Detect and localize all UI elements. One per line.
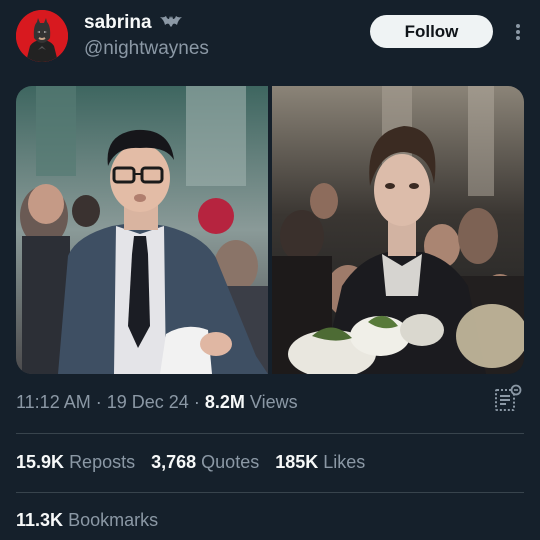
tweet-detail: sabrina @nightwaynes Follow 11:12 AM · 1… xyxy=(0,0,540,540)
quotes-stat[interactable]: 3,768 Quotes xyxy=(151,452,259,473)
divider xyxy=(16,492,524,493)
views-count: 8.2M xyxy=(204,392,245,412)
display-name[interactable]: sabrina xyxy=(84,12,152,34)
divider xyxy=(16,433,524,434)
follow-button[interactable]: Follow xyxy=(370,15,493,48)
reposts-label: Reposts xyxy=(69,452,136,472)
analytics-icon[interactable] xyxy=(494,384,522,412)
views-label: Views xyxy=(249,392,298,412)
tweet-media xyxy=(16,86,524,374)
user-handle[interactable]: @nightwaynes xyxy=(84,38,209,60)
likes-stat[interactable]: 185K Likes xyxy=(275,452,365,473)
tweet-time[interactable]: 11:12 AM xyxy=(16,392,91,412)
more-vertical-icon[interactable] xyxy=(512,20,524,44)
meta-separator: · xyxy=(193,392,200,412)
quotes-count: 3,768 xyxy=(151,452,197,472)
reposts-count: 15.9K xyxy=(16,452,65,472)
display-name-row: sabrina xyxy=(84,12,182,34)
tweet-date[interactable]: 19 Dec 24 xyxy=(107,392,189,412)
likes-count: 185K xyxy=(275,452,319,472)
tweet-header: sabrina @nightwaynes Follow xyxy=(16,10,530,66)
bat-emoji xyxy=(159,14,182,32)
media-image-right[interactable] xyxy=(272,86,524,374)
tweet-meta: 11:12 AM · 19 Dec 24 · 8.2M Views xyxy=(16,392,298,413)
likes-label: Likes xyxy=(323,452,366,472)
reposts-stat[interactable]: 15.9K Reposts xyxy=(16,452,135,473)
engagement-stats: 15.9K Reposts 3,768 Quotes 185K Likes xyxy=(16,452,365,473)
quotes-label: Quotes xyxy=(201,452,260,472)
bookmarks-count: 11.3K xyxy=(16,510,64,530)
media-image-left[interactable] xyxy=(16,86,268,374)
avatar[interactable] xyxy=(16,10,68,62)
bookmarks-label: Bookmarks xyxy=(68,510,159,530)
meta-separator: · xyxy=(95,392,102,412)
bookmarks-stat[interactable]: 11.3K Bookmarks xyxy=(16,510,158,531)
